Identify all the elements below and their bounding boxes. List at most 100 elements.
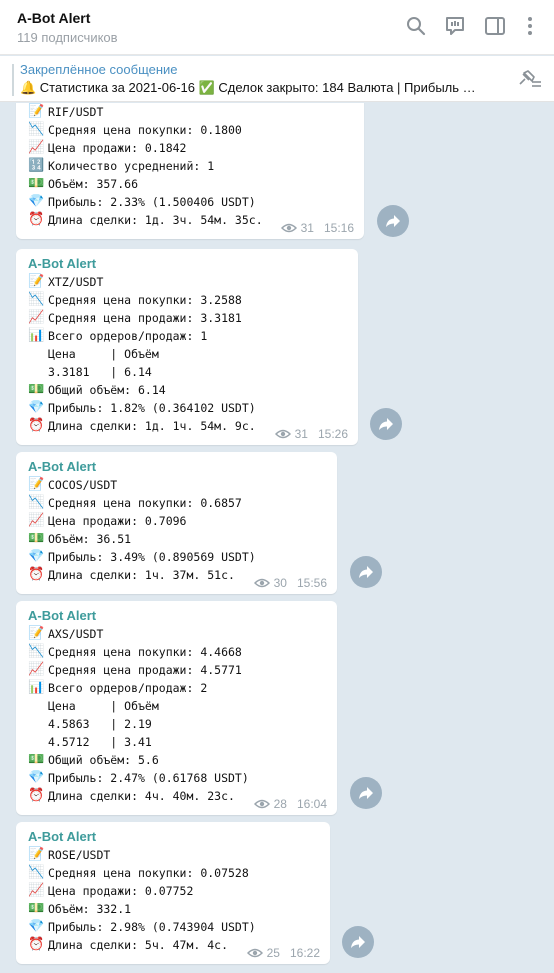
- message-line-text: AXS/USDT: [48, 627, 104, 641]
- memo-icon: 📝: [28, 104, 45, 119]
- message-line: 💵 Объём: 357.66: [28, 175, 352, 193]
- message-line-text: Средняя цена продажи: 3.3181: [48, 311, 242, 325]
- message-sender[interactable]: A-Bot Alert: [28, 828, 318, 846]
- money-icon: 💵: [28, 531, 45, 546]
- message-line: Цена | Объём: [28, 345, 346, 363]
- message-line-text: 3.3181 | 6.14: [48, 365, 152, 379]
- message-meta: 31 15:26: [274, 427, 348, 441]
- forward-arrow-icon: [351, 936, 365, 948]
- message-line-text: Прибыль: 2.47% (0.61768 USDT): [48, 771, 249, 785]
- forward-button[interactable]: [377, 205, 409, 237]
- view-count: 25: [266, 946, 280, 960]
- message-bubble[interactable]: A-Bot Alert 📝 AXS/USDT 📉 Средняя цена покупк…: [16, 601, 337, 815]
- message-line-text: Объём: 332.1: [48, 902, 132, 916]
- chart-increasing-icon: 📈: [28, 662, 45, 677]
- discussion-icon[interactable]: [443, 14, 467, 38]
- memo-icon: 📝: [28, 626, 45, 641]
- message-line: 📉 Средняя цена покупки: 0.1800: [28, 121, 352, 139]
- forward-arrow-icon: [359, 787, 373, 799]
- memo-icon: 📝: [28, 847, 45, 862]
- diamond-icon: 💎: [28, 400, 45, 415]
- message-line: 💎 Прибыль: 3.49% (0.890569 USDT): [28, 548, 325, 566]
- message-line-text: Цена продажи: 0.07752: [48, 884, 194, 898]
- message-bubble[interactable]: A-Bot Alert 📝 COCOS/USDT 📉 Средняя цена поку…: [16, 452, 337, 594]
- forward-button[interactable]: [342, 926, 374, 958]
- chat-title[interactable]: A-Bot Alert: [17, 10, 90, 26]
- pinned-list-icon[interactable]: [516, 68, 542, 90]
- forward-button[interactable]: [370, 408, 402, 440]
- chart-decreasing-icon: 📉: [28, 292, 45, 307]
- message-bubble[interactable]: A-Bot Alert 📝 ROSE/USDT 📉 Средняя цена покуп…: [16, 822, 330, 964]
- message-line: 📈 Средняя цена продажи: 4.5771: [28, 661, 325, 679]
- message-line: 📈 Цена продажи: 0.07752: [28, 882, 318, 900]
- pinned-message-bar[interactable]: Закреплённое сообщение 🔔 Статистика за 2…: [0, 56, 554, 102]
- forward-button[interactable]: [350, 777, 382, 809]
- message-time: 15:26: [317, 427, 348, 441]
- message-line-text: Прибыль: 2.98% (0.743904 USDT): [48, 920, 256, 934]
- message-line: 4.5712 | 3.41: [28, 733, 325, 751]
- chat-header: A-Bot Alert 119 подписчиков: [0, 0, 554, 55]
- chart-increasing-icon: 📈: [28, 513, 45, 528]
- view-count: 31: [294, 427, 308, 441]
- money-icon: 💵: [28, 752, 45, 767]
- message-line: 📝 ROSE/USDT: [28, 846, 318, 864]
- diamond-icon: 💎: [28, 919, 45, 934]
- chart-decreasing-icon: 📉: [28, 495, 45, 510]
- forward-arrow-icon: [359, 566, 373, 578]
- message-line: 💵 Объём: 36.51: [28, 530, 325, 548]
- message-line: 💎 Прибыль: 2.33% (1.500406 USDT): [28, 193, 352, 211]
- message-line-text: COCOS/USDT: [48, 478, 118, 492]
- views-eye-icon: [274, 429, 291, 439]
- message-line: 💵 Общий объём: 5.6: [28, 751, 325, 769]
- pinned-title: Закреплённое сообщение: [20, 62, 178, 77]
- message-line-text: Общий объём: 6.14: [48, 383, 166, 397]
- alarm-clock-icon: ⏰: [28, 212, 45, 227]
- search-icon[interactable]: [404, 14, 428, 38]
- message-line-text: Прибыль: 3.49% (0.890569 USDT): [48, 550, 256, 564]
- views-eye-icon: [253, 578, 270, 588]
- forward-arrow-icon: [379, 418, 393, 430]
- chart-decreasing-icon: 📉: [28, 122, 45, 137]
- message-line: 📉 Средняя цена покупки: 3.2588: [28, 291, 346, 309]
- message-time: 15:16: [323, 221, 354, 235]
- message-line-text: Всего ордеров/продаж: 1: [48, 329, 208, 343]
- alarm-clock-icon: ⏰: [28, 418, 45, 433]
- message-line: 🔢 Количество усреднений: 1: [28, 157, 352, 175]
- sidebar-toggle-icon[interactable]: [483, 14, 507, 38]
- message-sender[interactable]: A-Bot Alert: [28, 255, 346, 273]
- message-line-text: Длина сделки: 5ч. 47м. 4с.: [48, 938, 229, 952]
- chart-increasing-icon: 📈: [28, 140, 45, 155]
- message-line-text: Цена продажи: 0.1842: [48, 141, 187, 155]
- message-meta: 30 15:56: [253, 576, 327, 590]
- message-line-text: ROSE/USDT: [48, 848, 111, 862]
- message-feed[interactable]: 📝 RIF/USDT 📉 Средняя цена покупки: 0.1800 📈 Ц…: [0, 103, 554, 973]
- message-line-text: Средняя цена покупки: 0.6857: [48, 496, 242, 510]
- message-line: 📝 XTZ/USDT: [28, 273, 346, 291]
- view-count: 31: [300, 221, 314, 235]
- message-time: 15:56: [296, 576, 327, 590]
- message-line-text: Объём: 357.66: [48, 177, 139, 191]
- message-bubble[interactable]: 📝 RIF/USDT 📉 Средняя цена покупки: 0.1800 📈 Ц…: [16, 103, 364, 239]
- alarm-clock-icon: ⏰: [28, 788, 45, 803]
- message-line-text: Длина сделки: 1ч. 37м. 51с.: [48, 568, 235, 582]
- views-eye-icon: [246, 948, 263, 958]
- message-line-text: Цена | Объём: [48, 347, 159, 361]
- message-sender[interactable]: A-Bot Alert: [28, 458, 325, 476]
- message-line-text: Всего ордеров/продаж: 2: [48, 681, 208, 695]
- more-menu-icon[interactable]: [518, 14, 542, 38]
- views-eye-icon: [280, 223, 297, 233]
- message-line: 📈 Цена продажи: 0.7096: [28, 512, 325, 530]
- message-line-text: Цена продажи: 0.7096: [48, 514, 187, 528]
- memo-icon: 📝: [28, 274, 45, 289]
- numbers-1234-icon: 🔢: [28, 158, 45, 173]
- message-line-text: RIF/USDT: [48, 105, 104, 119]
- message-line-text: Средняя цена продажи: 4.5771: [48, 663, 242, 677]
- message-sender[interactable]: A-Bot Alert: [28, 607, 325, 625]
- message-line: 📝 COCOS/USDT: [28, 476, 325, 494]
- message-bubble[interactable]: A-Bot Alert 📝 XTZ/USDT 📉 Средняя цена покупк…: [16, 249, 358, 445]
- forward-button[interactable]: [350, 556, 382, 588]
- message-line: 💎 Прибыль: 1.82% (0.364102 USDT): [28, 399, 346, 417]
- message-line-text: Количество усреднений: 1: [48, 159, 215, 173]
- message-line-text: Средняя цена покупки: 0.1800: [48, 123, 242, 137]
- diamond-icon: 💎: [28, 194, 45, 209]
